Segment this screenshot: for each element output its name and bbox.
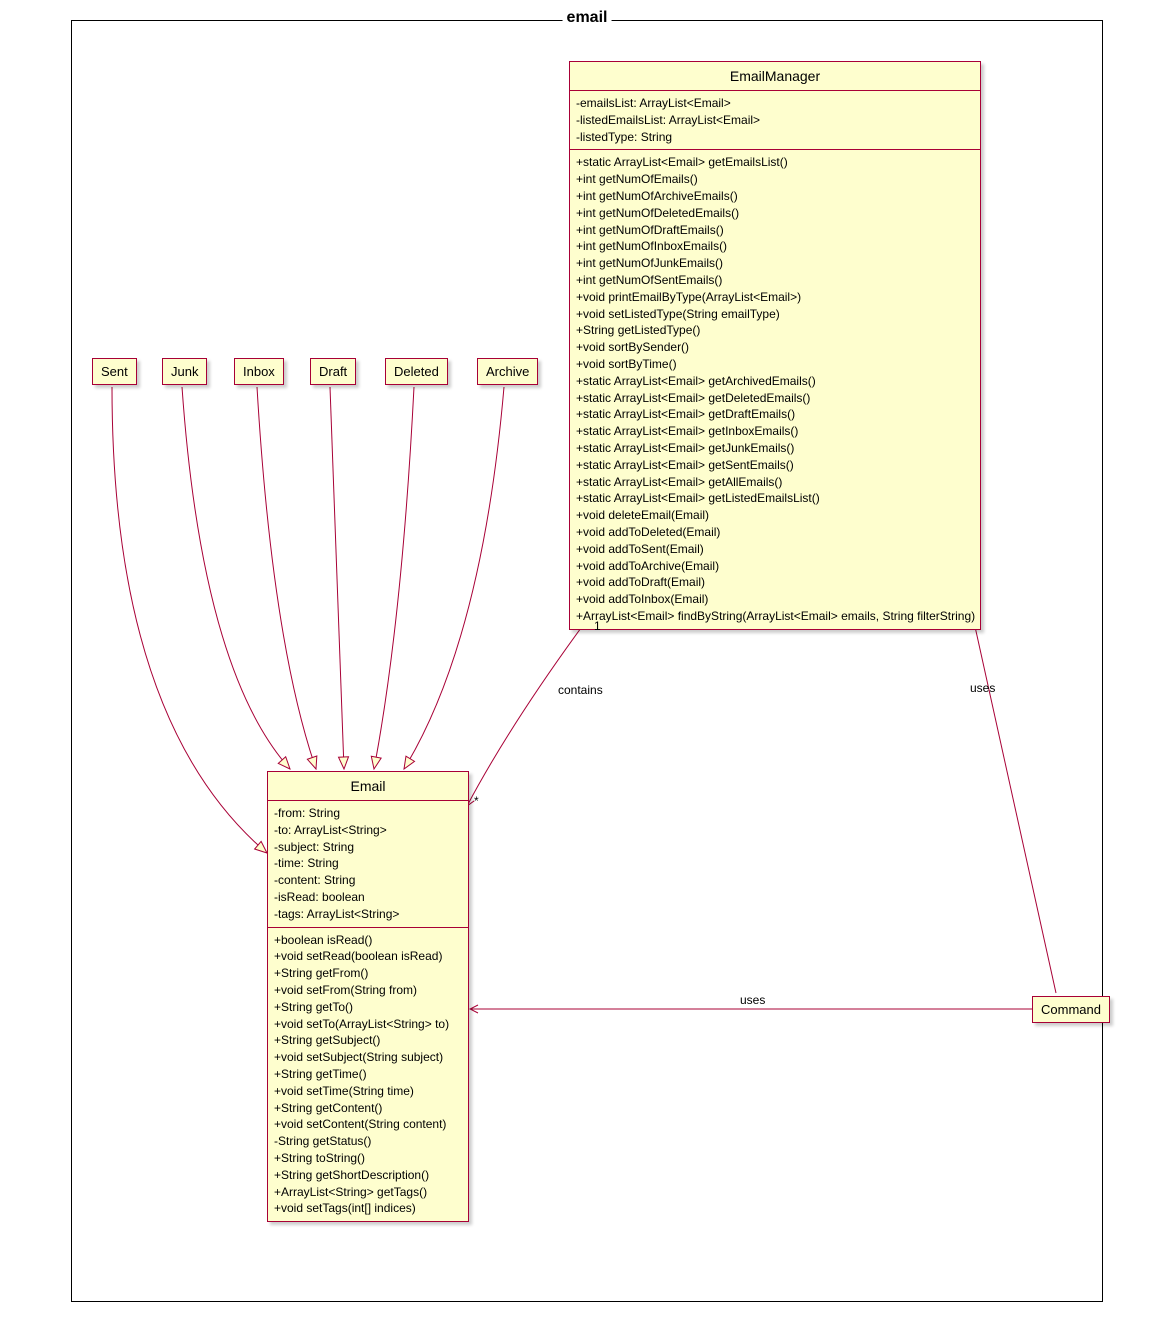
class-archive: Archive xyxy=(477,358,538,385)
member-line: +ArrayList<Email> findByString(ArrayList… xyxy=(576,608,974,625)
rel-uses-1: uses xyxy=(970,681,995,695)
member-line: -content: String xyxy=(274,872,462,889)
member-line: -emailsList: ArrayList<Email> xyxy=(576,95,974,112)
member-line: +int getNumOfDraftEmails() xyxy=(576,222,974,239)
member-line: +static ArrayList<Email> getInboxEmails(… xyxy=(576,423,974,440)
class-email: Email -from: String-to: ArrayList<String… xyxy=(267,771,469,1222)
member-line: +String getContent() xyxy=(274,1100,462,1117)
member-line: -listedType: String xyxy=(576,129,974,146)
member-line: -tags: ArrayList<String> xyxy=(274,906,462,923)
member-line: +void addToDraft(Email) xyxy=(576,574,974,591)
member-line: +ArrayList<String> getTags() xyxy=(274,1184,462,1201)
member-line: -time: String xyxy=(274,855,462,872)
member-line: -to: ArrayList<String> xyxy=(274,822,462,839)
member-line: +String getTo() xyxy=(274,999,462,1016)
member-line: +String getTime() xyxy=(274,1066,462,1083)
member-line: -from: String xyxy=(274,805,462,822)
member-line: +int getNumOfSentEmails() xyxy=(576,272,974,289)
attrs-email-manager: -emailsList: ArrayList<Email>-listedEmai… xyxy=(570,91,980,150)
member-line: +static ArrayList<Email> getDraftEmails(… xyxy=(576,406,974,423)
member-line: +String toString() xyxy=(274,1150,462,1167)
member-line: +String getShortDescription() xyxy=(274,1167,462,1184)
member-line: +void deleteEmail(Email) xyxy=(576,507,974,524)
mult-many: * xyxy=(474,794,479,808)
member-line: +void addToInbox(Email) xyxy=(576,591,974,608)
member-line: +void printEmailByType(ArrayList<Email>) xyxy=(576,289,974,306)
member-line: +void addToDeleted(Email) xyxy=(576,524,974,541)
class-inbox: Inbox xyxy=(234,358,284,385)
attrs-email: -from: String-to: ArrayList<String>-subj… xyxy=(268,801,468,928)
member-line: +static ArrayList<Email> getDeletedEmail… xyxy=(576,390,974,407)
member-line: +void setTo(ArrayList<String> to) xyxy=(274,1016,462,1033)
member-line: +static ArrayList<Email> getAllEmails() xyxy=(576,474,974,491)
member-line: +void sortByTime() xyxy=(576,356,974,373)
member-line: +int getNumOfJunkEmails() xyxy=(576,255,974,272)
class-command: Command xyxy=(1032,996,1110,1023)
member-line: +void addToArchive(Email) xyxy=(576,558,974,575)
member-line: +int getNumOfDeletedEmails() xyxy=(576,205,974,222)
member-line: +String getSubject() xyxy=(274,1032,462,1049)
member-line: -subject: String xyxy=(274,839,462,856)
class-sent: Sent xyxy=(92,358,137,385)
member-line: +void setFrom(String from) xyxy=(274,982,462,999)
member-line: +int getNumOfEmails() xyxy=(576,171,974,188)
member-line: -listedEmailsList: ArrayList<Email> xyxy=(576,112,974,129)
methods-email-manager: +static ArrayList<Email> getEmailsList()… xyxy=(570,150,980,628)
class-draft: Draft xyxy=(310,358,356,385)
rel-uses-2: uses xyxy=(740,993,765,1007)
package-email: email Sent J xyxy=(71,20,1103,1302)
rel-contains: contains xyxy=(558,683,603,697)
member-line: +void addToSent(Email) xyxy=(576,541,974,558)
member-line: -isRead: boolean xyxy=(274,889,462,906)
member-line: +static ArrayList<Email> getEmailsList() xyxy=(576,154,974,171)
member-line: +static ArrayList<Email> getJunkEmails() xyxy=(576,440,974,457)
member-line: +String getListedType() xyxy=(576,322,974,339)
package-label: email xyxy=(563,9,612,27)
methods-email: +boolean isRead()+void setRead(boolean i… xyxy=(268,928,468,1222)
member-line: +void sortBySender() xyxy=(576,339,974,356)
class-junk: Junk xyxy=(162,358,207,385)
class-title-email-manager: EmailManager xyxy=(570,62,980,91)
class-deleted: Deleted xyxy=(385,358,448,385)
member-line: +void setContent(String content) xyxy=(274,1116,462,1133)
member-line: +String getFrom() xyxy=(274,965,462,982)
member-line: +boolean isRead() xyxy=(274,932,462,949)
member-line: +void setSubject(String subject) xyxy=(274,1049,462,1066)
member-line: -String getStatus() xyxy=(274,1133,462,1150)
member-line: +void setRead(boolean isRead) xyxy=(274,948,462,965)
member-line: +static ArrayList<Email> getSentEmails() xyxy=(576,457,974,474)
member-line: +void setListedType(String emailType) xyxy=(576,306,974,323)
member-line: +static ArrayList<Email> getArchivedEmai… xyxy=(576,373,974,390)
mult-one: 1 xyxy=(594,619,601,633)
class-title-email: Email xyxy=(268,772,468,801)
member-line: +int getNumOfInboxEmails() xyxy=(576,238,974,255)
member-line: +int getNumOfArchiveEmails() xyxy=(576,188,974,205)
member-line: +static ArrayList<Email> getListedEmails… xyxy=(576,490,974,507)
member-line: +void setTags(int[] indices) xyxy=(274,1200,462,1217)
member-line: +void setTime(String time) xyxy=(274,1083,462,1100)
class-email-manager: EmailManager -emailsList: ArrayList<Emai… xyxy=(569,61,981,630)
